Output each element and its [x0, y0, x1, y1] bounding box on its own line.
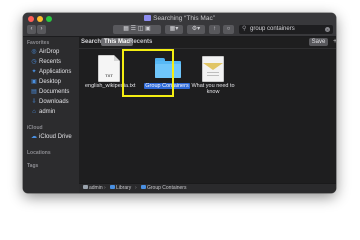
scope-label: Search:: [81, 39, 104, 45]
group-by-button[interactable]: ▦▾: [165, 25, 183, 34]
scope-this-mac[interactable]: This Mac: [101, 38, 133, 46]
path-segment-library[interactable]: Library: [110, 184, 131, 193]
documents-icon: ▤: [31, 89, 37, 95]
sidebar-item-applications[interactable]: ✦ Applications: [31, 68, 71, 77]
path-separator-icon: ›: [135, 185, 137, 191]
envelope-document-icon: [202, 56, 224, 82]
sidebar: Favorites ◎ AirDrop ◷ Recents ✦ Application…: [23, 37, 79, 193]
airdrop-icon: ◎: [31, 49, 37, 55]
sidebar-item-desktop[interactable]: ▣ Desktop: [31, 78, 61, 87]
sidebar-header-locations[interactable]: Locations: [27, 150, 51, 156]
text-document-icon: TXT: [98, 55, 120, 82]
sidebar-header-icloud: iCloud: [27, 125, 43, 131]
home-icon: [83, 185, 88, 189]
sidebar-item-downloads[interactable]: ⇩ Downloads: [31, 98, 68, 107]
tag-icon: ○: [226, 26, 231, 32]
path-segment-admin[interactable]: admin: [83, 184, 103, 193]
search-folder-icon: [144, 15, 152, 21]
add-criteria-button[interactable]: +: [331, 38, 336, 46]
highlight-box: [122, 49, 174, 97]
sidebar-item-admin[interactable]: ⌂ admin: [31, 108, 55, 117]
sidebar-item-recents[interactable]: ◷ Recents: [31, 58, 61, 67]
tag-button[interactable]: ○: [223, 25, 234, 34]
file-name: What you need to know: [191, 83, 235, 95]
clear-search-icon[interactable]: ×: [325, 27, 330, 32]
sidebar-header-tags[interactable]: Tags: [27, 163, 38, 169]
search-field[interactable]: ⚲ group containers ×: [239, 25, 333, 34]
home-icon: ⌂: [32, 109, 36, 115]
finder-window: Searching “This Mac” ‹ › ▦ ☰ ◫ ▣ ▦▾ ⚙▾ ↑…: [23, 13, 336, 193]
list-view-icon[interactable]: ☰: [131, 26, 136, 32]
path-separator-icon: ›: [104, 185, 106, 191]
scope-recents[interactable]: Recents: [129, 39, 152, 45]
folder-icon: [110, 185, 115, 189]
sidebar-item-icloud-drive[interactable]: ☁ iCloud Drive: [31, 133, 72, 142]
window-title: Searching “This Mac”: [23, 14, 336, 23]
folder-icon: [141, 185, 146, 189]
forward-button[interactable]: ›: [37, 25, 46, 34]
results-area: Search: This Mac Recents Save + TXT engl…: [79, 37, 336, 193]
gallery-view-icon[interactable]: ▣: [145, 26, 151, 32]
action-menu-button[interactable]: ⚙▾: [187, 25, 205, 34]
title-bar: Searching “This Mac”: [23, 13, 336, 24]
sidebar-header-favorites: Favorites: [27, 40, 50, 46]
icon-view-icon[interactable]: ▦: [123, 26, 129, 32]
share-button[interactable]: ↑: [209, 25, 220, 34]
share-icon: ↑: [213, 26, 216, 32]
back-button[interactable]: ‹: [27, 25, 36, 34]
sidebar-item-airdrop[interactable]: ◎ AirDrop: [31, 48, 59, 57]
applications-icon: ✦: [31, 69, 37, 75]
clock-icon: ◷: [31, 59, 37, 65]
path-bar: admin › Library › Group Containers: [79, 183, 336, 193]
desktop-icon: ▣: [31, 79, 37, 85]
search-scope-bar: Search: This Mac Recents Save +: [79, 37, 336, 49]
downloads-icon: ⇩: [31, 99, 37, 105]
toolbar: ‹ › ▦ ☰ ◫ ▣ ▦▾ ⚙▾ ↑ ○ ⚲ group containers…: [23, 24, 336, 37]
search-icon: ⚲: [242, 26, 247, 32]
path-segment-group-containers[interactable]: Group Containers: [141, 184, 186, 193]
view-mode-switcher[interactable]: ▦ ☰ ◫ ▣: [113, 25, 161, 34]
search-input[interactable]: group containers: [250, 25, 295, 34]
column-view-icon[interactable]: ◫: [138, 26, 144, 32]
cloud-icon: ☁: [31, 134, 37, 140]
save-search-button[interactable]: Save: [309, 38, 328, 46]
sidebar-item-documents[interactable]: ▤ Documents: [31, 88, 69, 97]
